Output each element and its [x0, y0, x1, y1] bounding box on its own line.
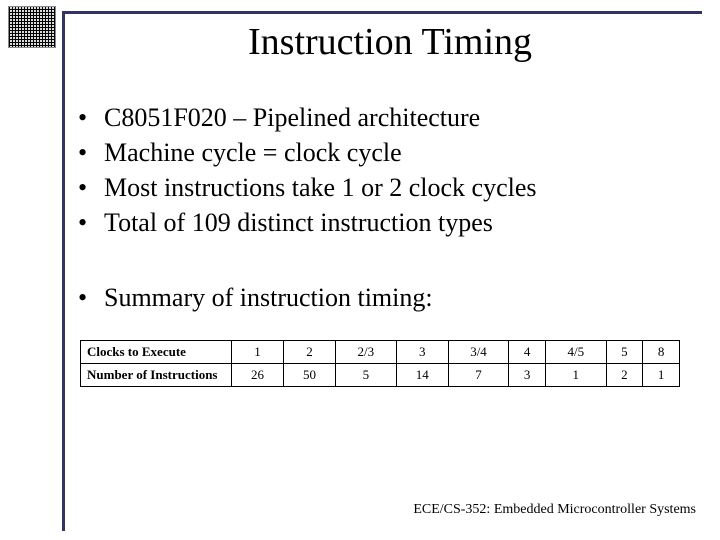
bullet-item: • Machine cycle = clock cycle — [78, 135, 690, 170]
table-row: Clocks to Execute 1 2 2/3 3 3/4 4 4/5 5 … — [81, 341, 680, 364]
table-row: Number of Instructions 26 50 5 14 7 3 1 … — [81, 364, 680, 387]
cell: 26 — [232, 364, 284, 387]
bullet-text: C8051F020 – Pipelined architecture — [104, 100, 480, 135]
cell: 3/4 — [448, 341, 509, 364]
cell: 1 — [232, 341, 284, 364]
decor-vertical-rule — [62, 11, 65, 531]
bullet-dot: • — [78, 135, 104, 170]
cell: 14 — [396, 364, 448, 387]
bullet-group-1: • C8051F020 – Pipelined architecture • M… — [78, 100, 690, 240]
bullet-item: • Most instructions take 1 or 2 clock cy… — [78, 170, 690, 205]
slide-title: Instruction Timing — [80, 20, 700, 64]
bullet-text: Machine cycle = clock cycle — [104, 135, 402, 170]
slide-footer: ECE/CS-352: Embedded Microcontroller Sys… — [413, 502, 696, 518]
timing-table-element: Clocks to Execute 1 2 2/3 3 3/4 4 4/5 5 … — [80, 340, 680, 387]
cell: 5 — [606, 341, 643, 364]
bullet-dot: • — [78, 205, 104, 240]
slide-logo — [8, 6, 56, 48]
timing-table: Clocks to Execute 1 2 2/3 3 3/4 4 4/5 5 … — [80, 340, 680, 387]
bullet-text: Most instructions take 1 or 2 clock cycl… — [104, 170, 537, 205]
cell: 3 — [509, 364, 546, 387]
cell: 4 — [509, 341, 546, 364]
bullet-group-2: • Summary of instruction timing: — [78, 280, 690, 315]
bullet-dot: • — [78, 280, 104, 315]
bullet-text: Total of 109 distinct instruction types — [104, 205, 493, 240]
bullet-item: • C8051F020 – Pipelined architecture — [78, 100, 690, 135]
bullet-dot: • — [78, 100, 104, 135]
cell: 5 — [336, 364, 397, 387]
cell: 2/3 — [336, 341, 397, 364]
bullet-dot: • — [78, 170, 104, 205]
row-header: Clocks to Execute — [81, 341, 232, 364]
bullet-item: • Summary of instruction timing: — [78, 280, 690, 315]
cell: 7 — [448, 364, 509, 387]
row-header: Number of Instructions — [81, 364, 232, 387]
cell: 8 — [643, 341, 680, 364]
cell: 50 — [284, 364, 336, 387]
cell: 1 — [545, 364, 606, 387]
decor-horizontal-rule — [62, 11, 702, 14]
cell: 2 — [606, 364, 643, 387]
cell: 2 — [284, 341, 336, 364]
bullet-item: • Total of 109 distinct instruction type… — [78, 205, 690, 240]
cell: 1 — [643, 364, 680, 387]
cell: 3 — [396, 341, 448, 364]
bullet-text: Summary of instruction timing: — [104, 280, 433, 315]
cell: 4/5 — [545, 341, 606, 364]
